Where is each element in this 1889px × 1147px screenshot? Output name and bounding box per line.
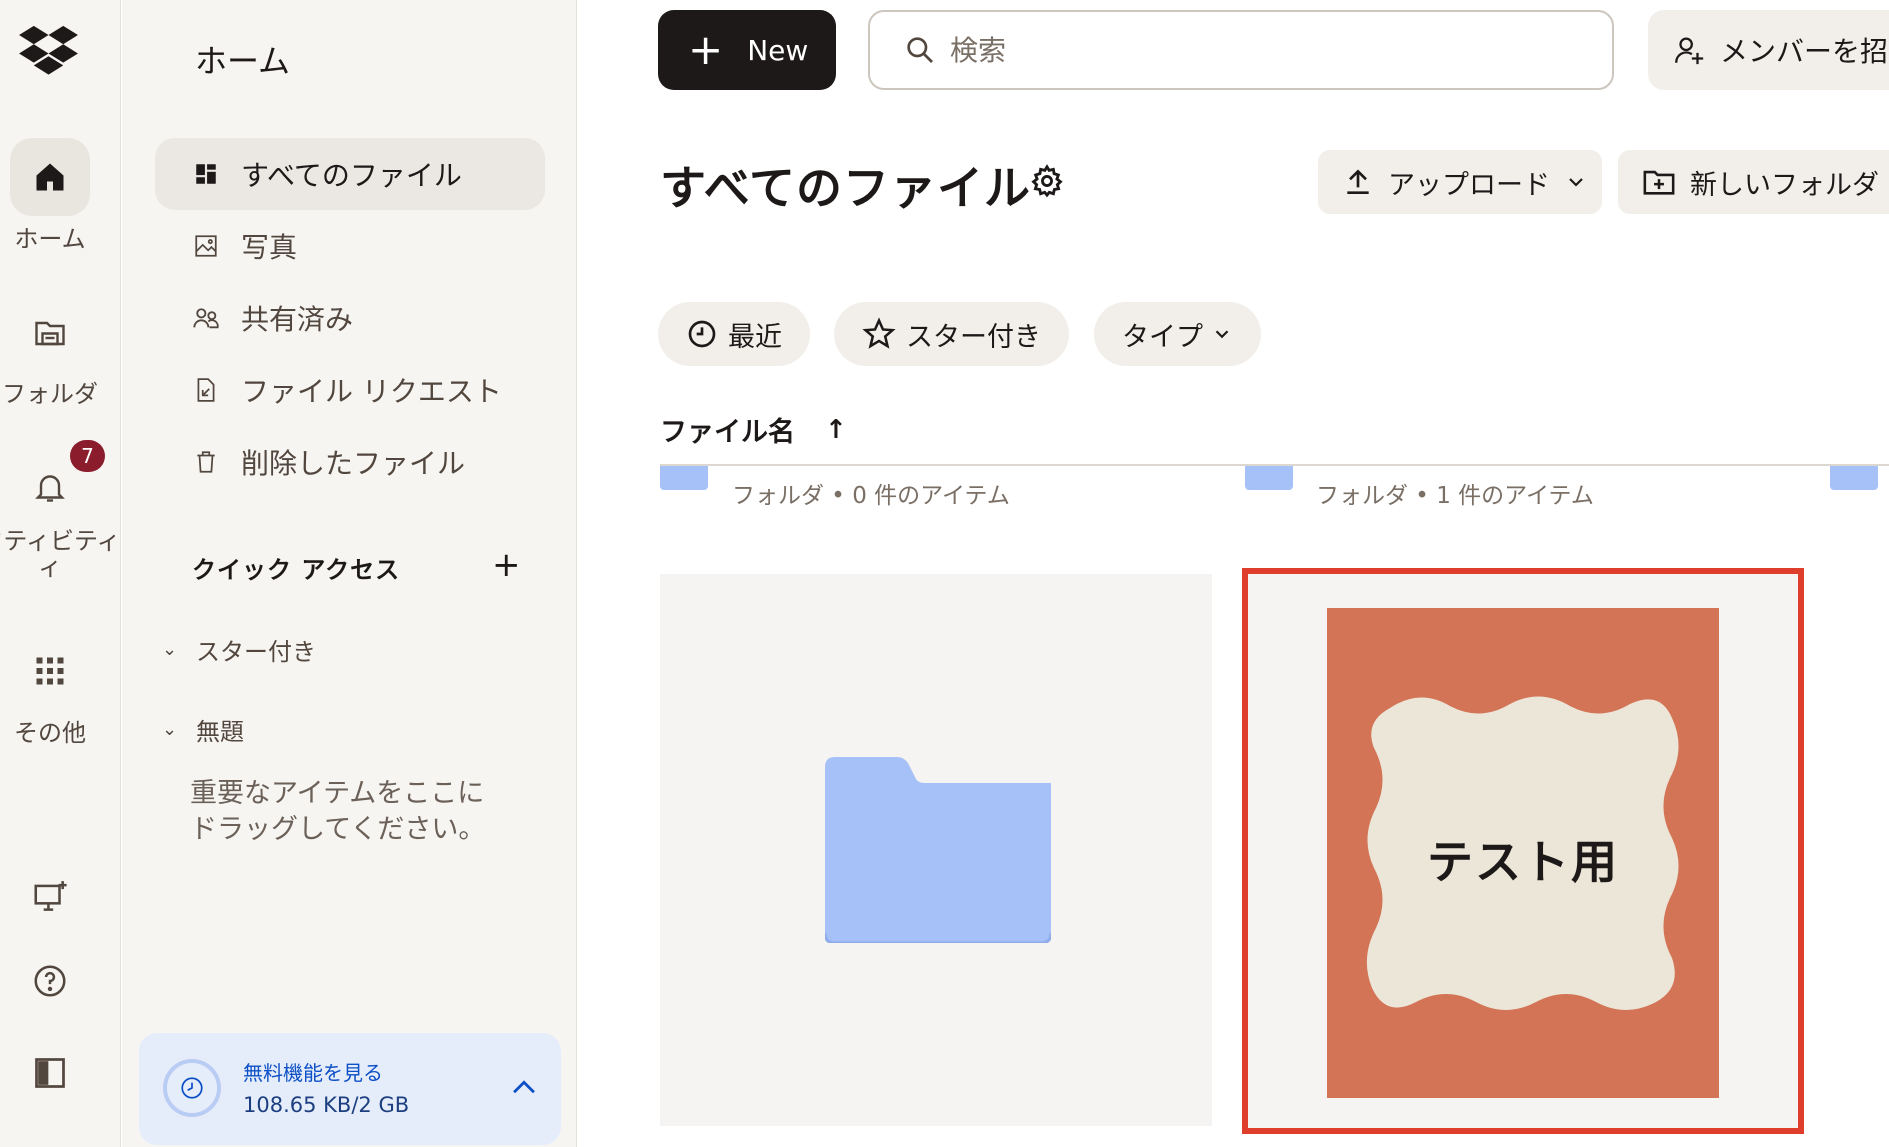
sort-ascending-icon: ↑	[825, 414, 847, 445]
folder-icon	[10, 293, 90, 371]
chevron-down-icon	[1215, 330, 1229, 339]
sidebar-item-label: 写真	[241, 231, 298, 264]
upload-button[interactable]: アップロード	[1318, 150, 1602, 214]
folder-icon	[1245, 466, 1293, 490]
plus-icon: +	[688, 25, 724, 74]
folder-card[interactable]	[660, 574, 1212, 1126]
desktop-add-icon	[10, 858, 90, 936]
filter-label: 最近	[728, 321, 782, 353]
panel-icon	[10, 1034, 90, 1112]
quick-access-untitled[interactable]: ⌄ 無題	[162, 712, 244, 747]
rail-label-more: その他	[14, 719, 86, 747]
sidebar-item-label: 共有済み	[241, 303, 354, 336]
chevron-down-icon	[1569, 178, 1583, 187]
help-icon	[10, 942, 90, 1020]
row-meta: フォルダ • 1 件のアイテム	[1316, 483, 1594, 509]
image-thumbnail: テスト用	[1327, 608, 1719, 1098]
desktop-add-button[interactable]	[0, 858, 100, 936]
notification-badge: 7	[70, 440, 105, 472]
quick-access-title: クイック アクセス	[192, 556, 401, 584]
rail-label-folders: フォルダ	[2, 380, 98, 408]
shared-icon	[191, 303, 221, 333]
invite-label: メンバーを招	[1720, 35, 1889, 68]
sidebar-item-label: ファイル リクエスト	[241, 375, 502, 408]
file-request-icon	[191, 375, 221, 405]
thumbnail-text: テスト用	[1427, 835, 1619, 889]
search-input[interactable]	[950, 33, 1550, 67]
files-icon	[191, 159, 221, 189]
star-icon	[862, 317, 896, 351]
row-meta: フォルダ • 0 件のアイテム	[732, 483, 1010, 509]
home-icon	[10, 138, 90, 216]
storage-ring-icon	[163, 1059, 221, 1117]
sidebar-item-label: 削除したファイル	[241, 447, 466, 480]
sidebar-item-all-files[interactable]: すべてのファイル	[155, 138, 545, 210]
tree-item-label: スター付き	[196, 638, 316, 666]
column-header-filename[interactable]: ファイル名 ↑	[660, 410, 847, 449]
add-user-icon	[1675, 37, 1704, 65]
new-folder-icon	[1642, 165, 1676, 199]
filter-label: スター付き	[906, 321, 1041, 353]
add-quick-access-button[interactable]: +	[492, 545, 521, 585]
filter-recent[interactable]: 最近	[658, 302, 810, 366]
invite-members-button[interactable]: メンバーを招	[1648, 10, 1889, 90]
upload-label: アップロード	[1388, 169, 1550, 201]
sidebar-item-label: すべてのファイル	[241, 159, 462, 192]
sidebar-item-deleted[interactable]: 削除したファイル	[155, 426, 545, 498]
dropbox-logo[interactable]	[18, 24, 80, 76]
chevron-down-icon: ⌄	[162, 719, 178, 740]
storage-link[interactable]: 無料機能を見る	[243, 1057, 383, 1086]
trash-icon	[191, 447, 221, 477]
photo-icon	[191, 231, 221, 261]
sidebar-item-file-requests[interactable]: ファイル リクエスト	[155, 354, 545, 426]
toggle-panel-button[interactable]	[0, 1034, 100, 1112]
folder-icon	[1830, 466, 1878, 490]
search-box[interactable]	[868, 10, 1614, 90]
column-header-label: ファイル名	[660, 417, 795, 448]
nav-title: ホーム	[195, 42, 291, 80]
quick-access-starred[interactable]: ⌄ スター付き	[162, 632, 316, 667]
new-button[interactable]: + New	[658, 10, 836, 90]
new-folder-button[interactable]: 新しいフォルダ	[1618, 150, 1889, 214]
image-file-card[interactable]: テスト用	[1242, 568, 1804, 1134]
grid-icon	[10, 632, 90, 710]
search-icon	[907, 37, 933, 63]
sidebar-item-photos[interactable]: 写真	[155, 210, 545, 282]
chevron-down-icon: ⌄	[162, 639, 178, 660]
tree-item-label: 無題	[196, 718, 244, 746]
new-folder-label: 新しいフォルダ	[1690, 169, 1879, 201]
rail-item-folders[interactable]: フォルダ	[0, 293, 100, 409]
clock-icon	[686, 318, 718, 350]
rail-label-home: ホーム	[14, 225, 86, 253]
sidebar-item-shared[interactable]: 共有済み	[155, 282, 545, 354]
filter-type[interactable]: タイプ	[1094, 302, 1261, 366]
help-button[interactable]	[0, 942, 100, 1020]
rail-item-more[interactable]: その他	[0, 632, 100, 748]
gear-icon[interactable]	[1030, 164, 1064, 198]
drop-hint: 重要なアイテムをここにドラッグしてください。	[190, 778, 486, 845]
filter-label: タイプ	[1122, 321, 1203, 353]
storage-usage: 108.65 KB/2 GB	[243, 1093, 410, 1117]
page-title: すべてのファイル	[660, 161, 1031, 215]
upload-icon	[1342, 166, 1374, 198]
storage-panel[interactable]: 無料機能を見る 108.65 KB/2 GB	[139, 1033, 561, 1145]
sidebar-nav: ホーム すべてのファイル 写真 共有済み ファイル リクエスト 削除したファイル…	[122, 0, 577, 1147]
new-button-label: New	[747, 33, 809, 67]
folder-icon	[660, 466, 708, 490]
chevron-up-icon[interactable]	[507, 1071, 541, 1105]
filter-starred[interactable]: スター付き	[834, 302, 1069, 366]
app-rail: ホーム フォルダ クティビティ ィ 7 その他	[0, 0, 121, 1147]
rail-label-activity-wrap: ィ	[38, 553, 62, 581]
folder-thumbnail-icon	[825, 757, 1051, 943]
rail-item-home[interactable]: ホーム	[0, 138, 100, 254]
